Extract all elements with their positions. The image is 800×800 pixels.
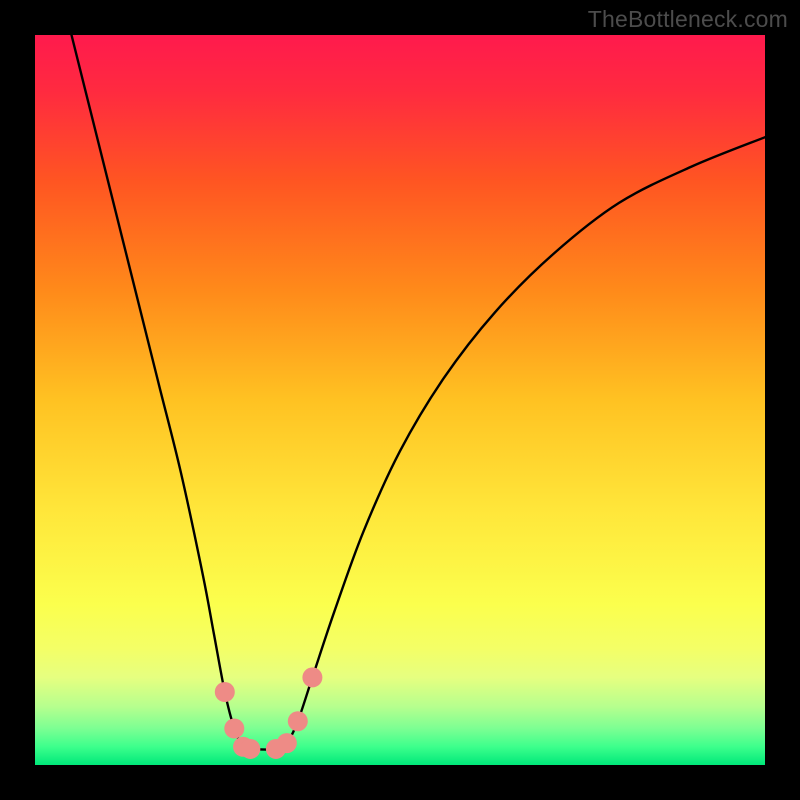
outer-frame: TheBottleneck.com <box>0 0 800 800</box>
marker-point <box>224 719 244 739</box>
marker-point <box>302 667 322 687</box>
gradient-background <box>35 35 765 765</box>
marker-point <box>240 739 260 759</box>
bottleneck-chart <box>35 35 765 765</box>
plot-area <box>35 35 765 765</box>
marker-point <box>288 711 308 731</box>
watermark-text: TheBottleneck.com <box>588 6 788 33</box>
marker-point <box>277 733 297 753</box>
marker-point <box>215 682 235 702</box>
